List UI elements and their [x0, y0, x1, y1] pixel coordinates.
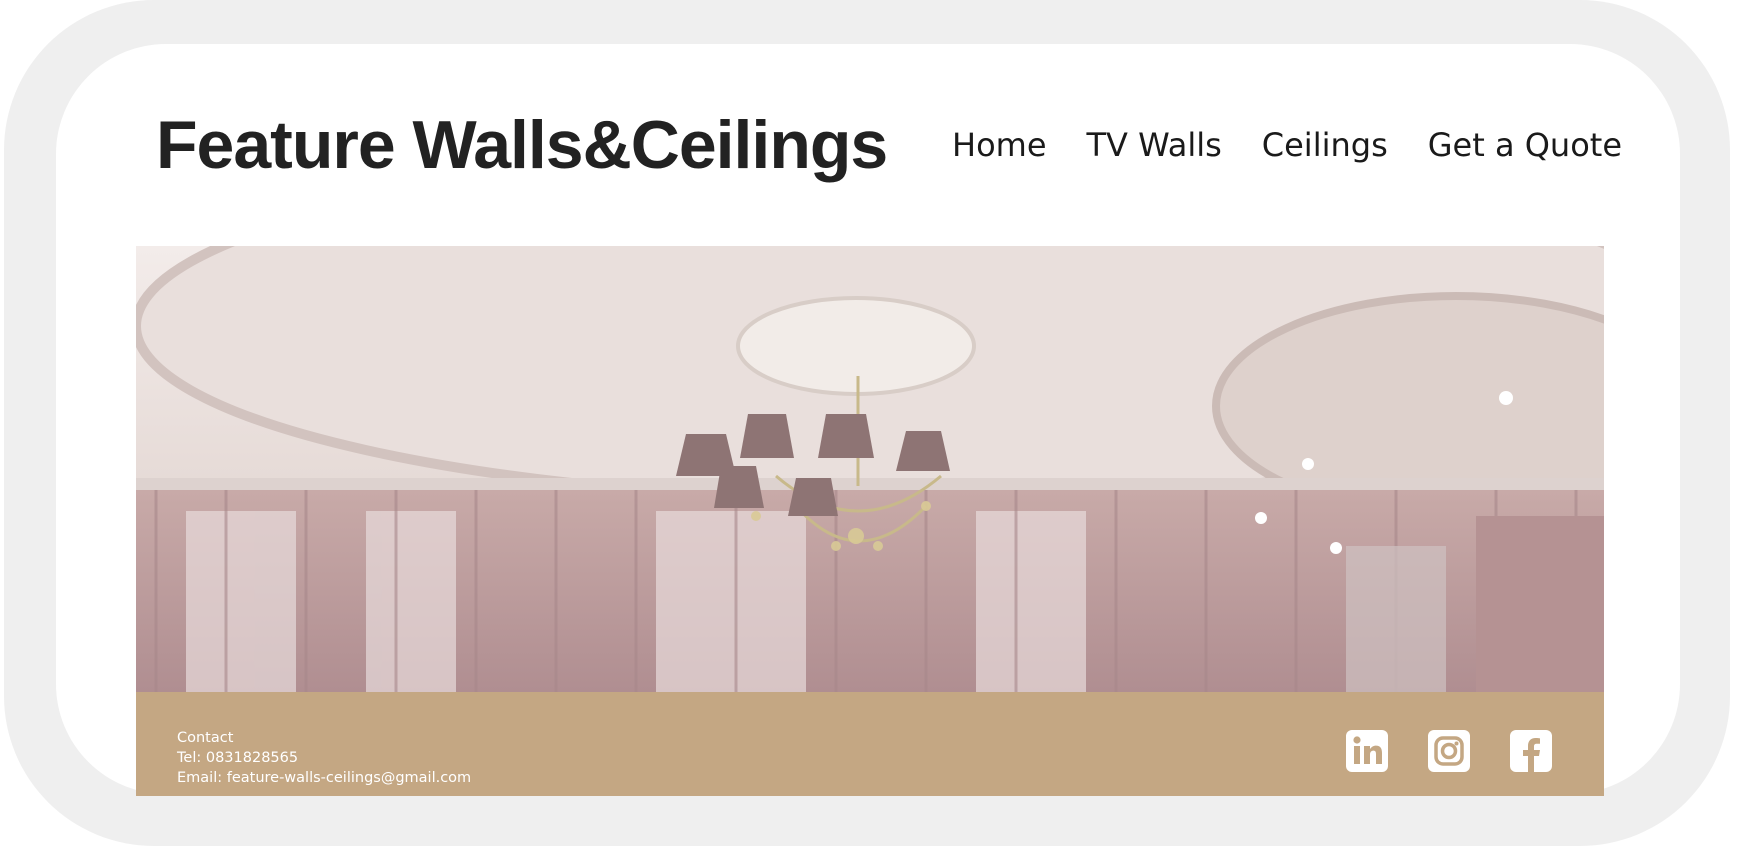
- site-footer: Contact Tel: 0831828565 Email: feature-w…: [136, 692, 1604, 796]
- contact-heading: Contact: [177, 730, 234, 746]
- social-links: [1346, 730, 1552, 772]
- hero-image: [136, 246, 1604, 692]
- facebook-icon[interactable]: [1510, 730, 1552, 772]
- nav-get-a-quote[interactable]: Get a Quote: [1428, 126, 1622, 164]
- contact-block: Contact Tel: 0831828565 Email: feature-w…: [177, 728, 471, 788]
- linkedin-icon[interactable]: [1346, 730, 1388, 772]
- main-nav: Home TV Walls Ceilings Get a Quote: [952, 126, 1622, 164]
- contact-tel[interactable]: Tel: 0831828565: [177, 748, 471, 768]
- site-title[interactable]: Feature Walls&Ceilings: [156, 106, 888, 184]
- instagram-icon[interactable]: [1428, 730, 1470, 772]
- nav-home[interactable]: Home: [952, 126, 1047, 164]
- page: Feature Walls&Ceilings Home TV Walls Cei…: [0, 0, 1740, 850]
- nav-ceilings[interactable]: Ceilings: [1262, 126, 1388, 164]
- contact-email[interactable]: Email: feature-walls-ceilings@gmail.com: [177, 768, 471, 788]
- ceiling-chandelier-illustration: [136, 246, 1604, 692]
- nav-tv-walls[interactable]: TV Walls: [1087, 126, 1222, 164]
